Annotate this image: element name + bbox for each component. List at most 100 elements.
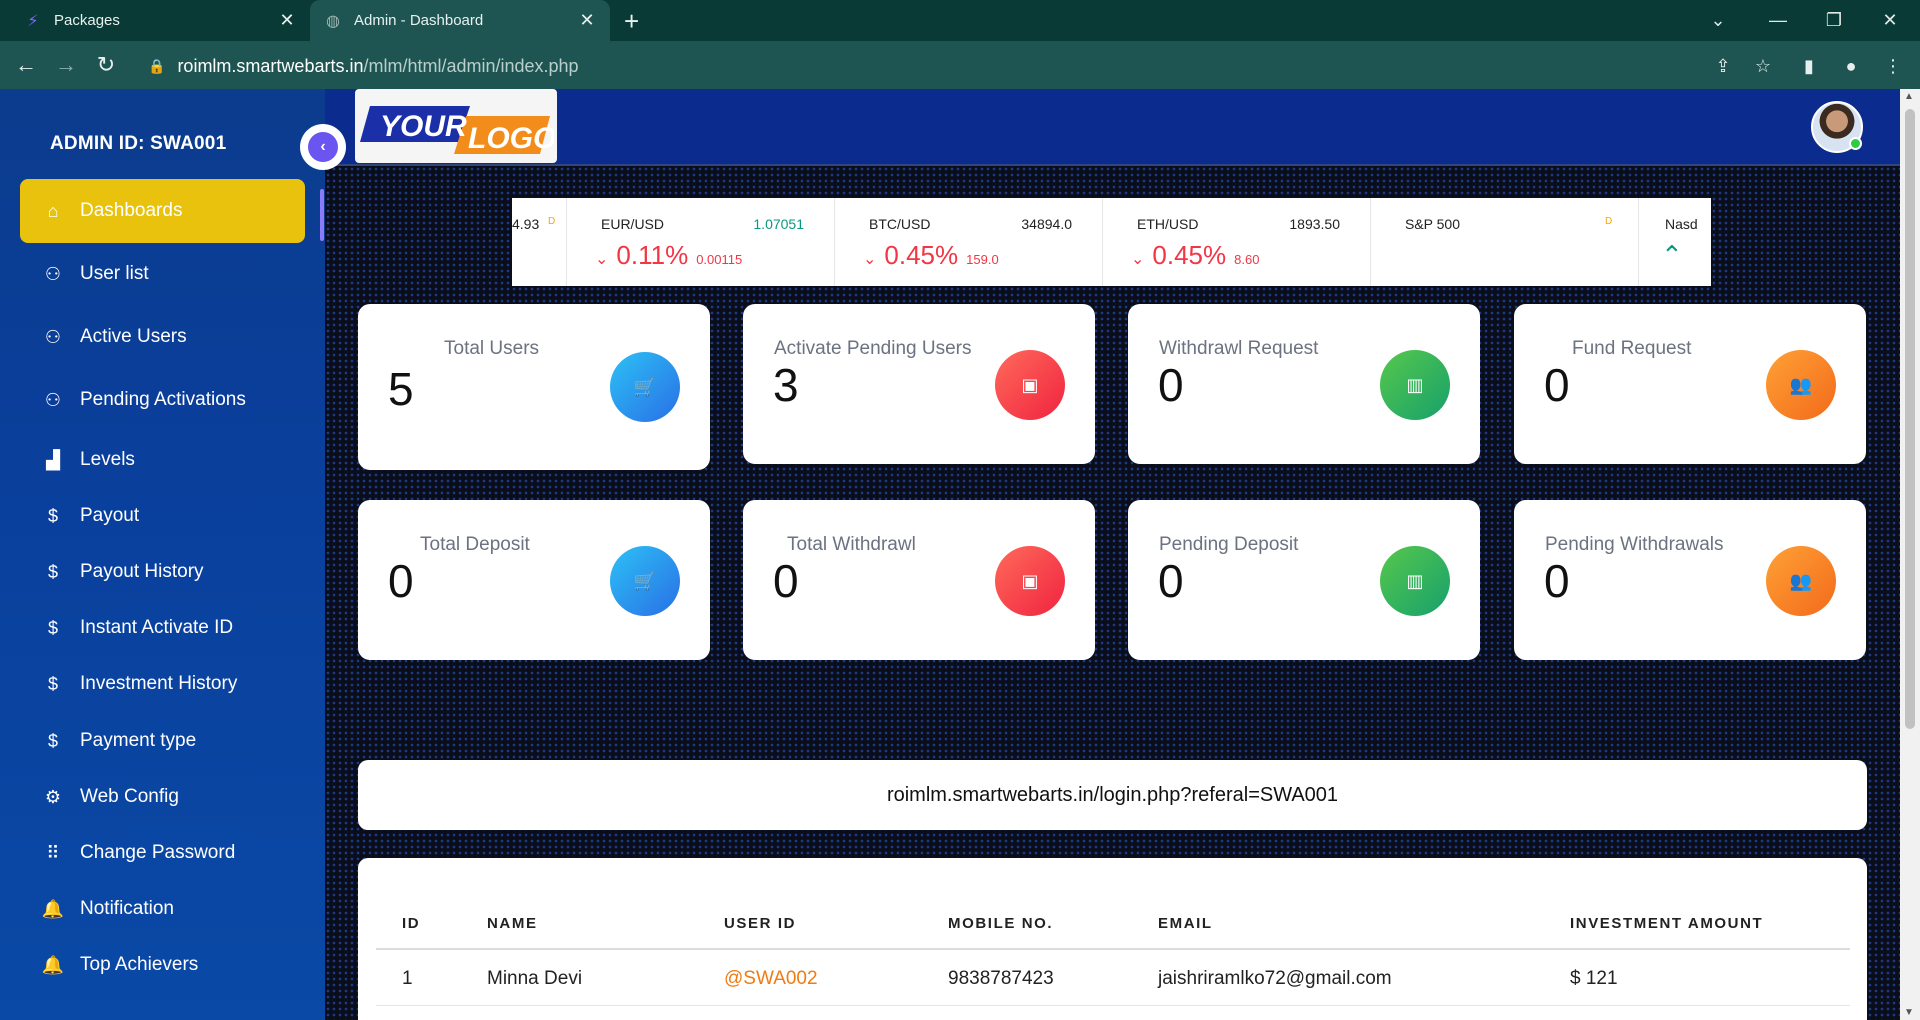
reload-icon[interactable]: ↻	[90, 49, 122, 81]
ticker-item[interactable]: BTC/USD 34894.0 ⌄ 0.45% 159.0	[835, 198, 1103, 286]
minimize-icon[interactable]: —	[1750, 0, 1806, 41]
logo-text-your: YOUR	[380, 110, 467, 143]
stat-card-total-withdrawl[interactable]: Total Withdrawl 0 ▣	[743, 500, 1095, 660]
bookmark-star-icon[interactable]: ☆	[1746, 49, 1780, 83]
stat-card-pending-withdrawals[interactable]: Pending Withdrawals 0 👥	[1514, 500, 1866, 660]
scroll-up-icon[interactable]: ▲	[1904, 91, 1914, 102]
new-tab-button[interactable]: +	[624, 6, 639, 37]
chevron-left-icon: ‹	[308, 132, 338, 162]
sidebar-item-label: Change Password	[80, 842, 236, 863]
tab-packages[interactable]: ⚡ Packages ✕	[10, 0, 310, 41]
sidebar-item-payout[interactable]: $ Payout	[20, 484, 305, 548]
user-icon: ⚇	[44, 326, 62, 347]
chevron-down-icon: ⌄	[595, 251, 609, 268]
ticker-tape: 4.93 D EUR/USD 1.07051 ⌄ 0.11% 0.00115 B…	[512, 198, 1711, 286]
admin-id-label: ADMIN ID: SWA001	[50, 133, 227, 154]
tab-search-icon[interactable]: ⌄	[1690, 0, 1746, 41]
dollar-icon: $	[47, 730, 58, 751]
back-icon[interactable]: ←	[10, 49, 42, 81]
user-icon: ⚇	[44, 263, 62, 284]
sidebar-collapse-button[interactable]: ‹	[300, 124, 346, 170]
ticker-item[interactable]: EUR/USD 1.07051 ⌄ 0.11% 0.00115	[567, 198, 835, 286]
ticker-change-pct: 0.45%	[1152, 240, 1227, 270]
close-icon[interactable]: ✕	[578, 10, 596, 31]
sidebar-item-payment-type[interactable]: $ Payment type	[20, 709, 305, 773]
cart-icon: 🛒	[610, 352, 680, 422]
sidebar-item-web-config[interactable]: ⚙ Web Config	[20, 765, 305, 829]
ticker-tail: 4.93	[512, 216, 540, 232]
sidebar-item-pending-activations[interactable]: ⚇ Pending Activations	[20, 368, 305, 432]
scrollbar-thumb[interactable]	[1905, 109, 1915, 729]
stat-card-total-deposit[interactable]: Total Deposit 0 🛒	[358, 500, 710, 660]
sidebar-item-levels[interactable]: ▟ Levels	[20, 428, 305, 492]
ticker-change-abs: 8.60	[1234, 252, 1260, 267]
wallet-icon: ▣	[995, 350, 1065, 420]
stat-card-total-users[interactable]: Total Users 5 🛒	[358, 304, 710, 470]
ticker-change: ⌄ 0.45% 159.0	[863, 240, 999, 271]
sidebar-item-label: Notification	[80, 898, 174, 919]
tab-admin-dashboard[interactable]: ◍ Admin - Dashboard ✕	[310, 0, 610, 41]
sidebar-item-top-achievers[interactable]: 🔔 Top Achievers	[20, 933, 305, 997]
close-icon[interactable]: ✕	[278, 10, 296, 31]
profile-icon[interactable]: ●	[1834, 49, 1868, 83]
sidebar: ADMIN ID: SWA001 ⌂ Dashboards ⚇ User lis…	[0, 89, 325, 1020]
ticker-item[interactable]: Nasd ⌃	[1639, 198, 1711, 286]
column-header-id: ID	[402, 915, 421, 932]
scroll-indicator	[320, 189, 324, 241]
sidebar-item-notification[interactable]: 🔔 Notification	[20, 877, 305, 941]
tab-title: Packages	[54, 12, 120, 29]
share-icon[interactable]: ⇪	[1706, 49, 1740, 83]
forward-icon[interactable]: →	[50, 49, 82, 81]
cell-user-id-link[interactable]: @SWA002	[724, 968, 818, 990]
restore-icon[interactable]: ❐	[1806, 0, 1862, 41]
ticker-item[interactable]: S&P 500 D	[1371, 198, 1639, 286]
ticker-change: ⌄ 0.45% 8.60	[1131, 240, 1259, 271]
top-header: YOUR LOGO	[325, 89, 1900, 166]
scroll-down-icon[interactable]: ▼	[1904, 1007, 1914, 1018]
sidebar-item-active-users[interactable]: ⚇ Active Users	[20, 305, 305, 369]
sidebar-item-label: User list	[80, 263, 149, 284]
side-panel-icon[interactable]: ▮	[1792, 49, 1826, 83]
stat-card-fund-request[interactable]: Fund Request 0 👥	[1514, 304, 1866, 464]
card-value: 0	[1158, 359, 1184, 411]
menu-dots-icon[interactable]: ⋮	[1876, 49, 1910, 83]
sidebar-item-investment-history[interactable]: $ Investment History	[20, 652, 305, 716]
sidebar-item-payout-history[interactable]: $ Payout History	[20, 540, 305, 604]
tab-title: Admin - Dashboard	[354, 12, 484, 29]
ticker-item[interactable]: 4.93 D	[512, 198, 567, 286]
page-viewport: ADMIN ID: SWA001 ⌂ Dashboards ⚇ User lis…	[0, 89, 1900, 1020]
sidebar-item-label: Levels	[80, 449, 135, 470]
ticker-item[interactable]: ETH/USD 1893.50 ⌄ 0.45% 8.60	[1103, 198, 1371, 286]
page-scrollbar[interactable]: ▲ ▼	[1900, 89, 1920, 1020]
globe-icon: ◍	[326, 12, 340, 30]
cell-id: 1	[402, 968, 413, 989]
cell-name: Minna Devi	[487, 968, 583, 989]
card-value: 0	[1544, 359, 1570, 411]
column-header-user-id: USER ID	[724, 915, 797, 932]
sidebar-item-instant-activate-id[interactable]: $ Instant Activate ID	[20, 596, 305, 660]
card-value: 3	[773, 359, 799, 411]
sidebar-item-label: Instant Activate ID	[80, 617, 234, 638]
referral-link-box[interactable]: roimlm.smartwebarts.in/login.php?referal…	[358, 760, 1867, 830]
cart-icon: 🛒	[610, 546, 680, 616]
ticker-change-abs: 159.0	[966, 252, 999, 267]
stat-card-pending-deposit[interactable]: Pending Deposit 0 ▥	[1128, 500, 1480, 660]
bar-chart-icon: ▥	[1380, 350, 1450, 420]
stat-card-activate-pending-users[interactable]: Activate Pending Users 3 ▣	[743, 304, 1095, 464]
grid-icon: ⠿	[46, 842, 60, 863]
card-label: Total Withdrawl	[787, 534, 916, 555]
column-header-email: EMAIL	[1158, 915, 1213, 932]
cell-investment-amount: $ 121	[1570, 968, 1618, 989]
address-bar[interactable]: 🔒 roimlm.smartwebarts.in/mlm/html/admin/…	[136, 49, 1756, 83]
sidebar-item-user-list[interactable]: ⚇ User list	[20, 242, 305, 306]
table-header-divider	[376, 948, 1850, 950]
window-close-icon[interactable]: ✕	[1862, 0, 1918, 41]
avatar[interactable]	[1811, 101, 1863, 153]
brand-logo[interactable]: YOUR LOGO	[355, 89, 557, 163]
ticker-symbol: S&P 500	[1405, 216, 1461, 232]
sidebar-item-dashboards[interactable]: ⌂ Dashboards	[20, 179, 305, 243]
logo-graphic: YOUR LOGO	[360, 106, 554, 155]
home-icon: ⌂	[47, 200, 59, 221]
stat-card-withdrawl-request[interactable]: Withdrawl Request 0 ▥	[1128, 304, 1480, 464]
sidebar-item-change-password[interactable]: ⠿ Change Password	[20, 821, 305, 885]
